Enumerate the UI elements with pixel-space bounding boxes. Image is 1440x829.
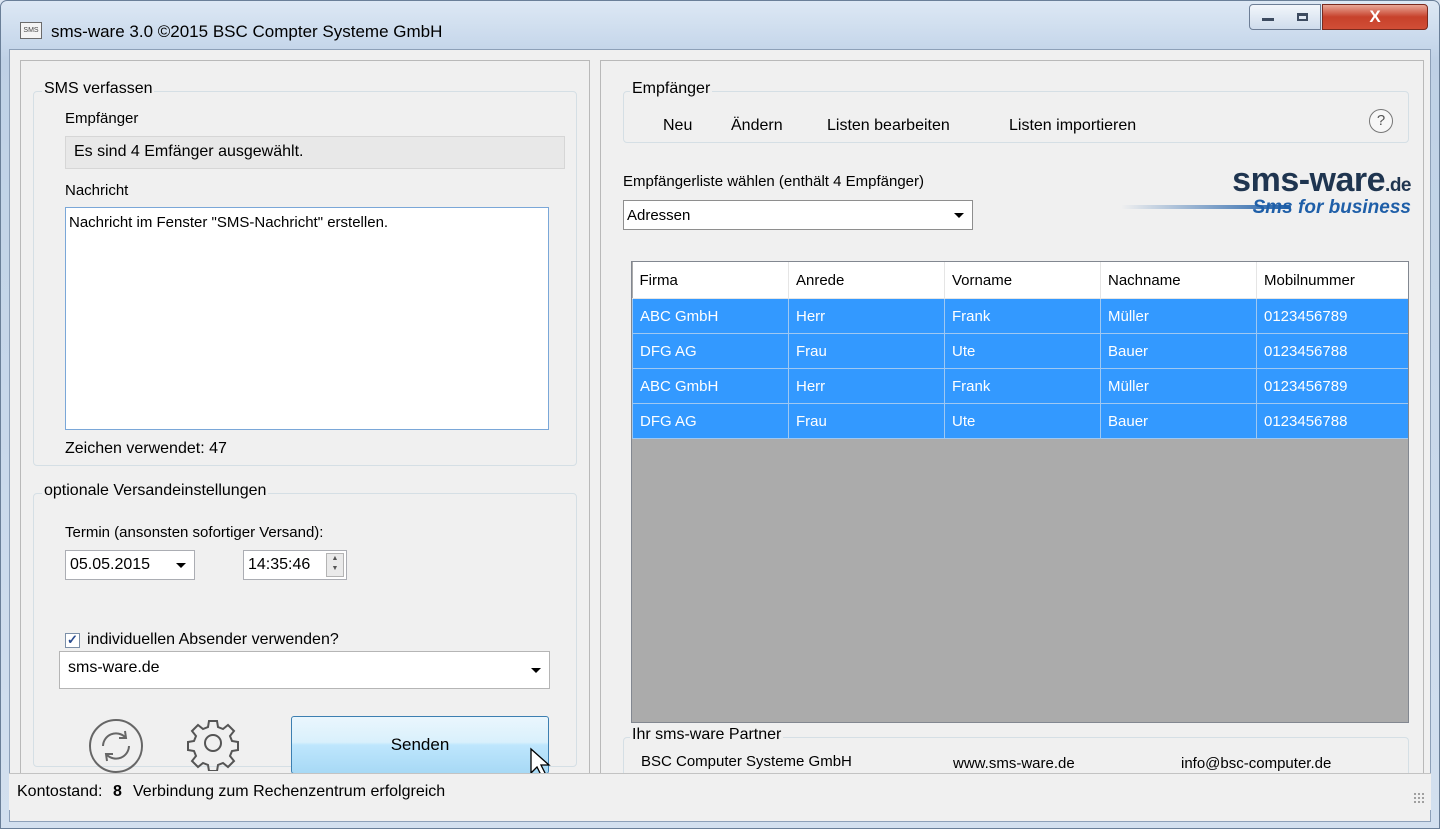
message-label: Nachricht <box>65 182 129 199</box>
minimize-button[interactable] <box>1249 4 1286 30</box>
help-icon[interactable]: ? <box>1369 109 1393 133</box>
partner-legend: Ihr sms-ware Partner <box>630 726 784 744</box>
table-cell[interactable]: Ute <box>944 403 1101 439</box>
table-cell[interactable]: Frank <box>944 368 1101 404</box>
logo-main-text: sms-ware <box>1232 161 1386 199</box>
menu-edit-lists[interactable]: Listen bearbeiten <box>827 117 950 135</box>
client-area: SMS verfassen Empfänger Es sind 4 Emfäng… <box>9 49 1431 822</box>
sender-checkbox[interactable]: ✓ <box>65 633 80 648</box>
partner-email[interactable]: info@bsc-computer.de <box>1181 755 1331 772</box>
connection-status: Verbindung zum Rechenzentrum erfolgreich <box>133 783 446 800</box>
partner-website[interactable]: www.sms-ware.de <box>953 755 1075 772</box>
maximize-button[interactable] <box>1285 4 1321 30</box>
table-cell[interactable]: 0123456788 <box>1256 333 1408 369</box>
table-cell[interactable]: 0123456789 <box>1256 298 1408 334</box>
sender-value: sms-ware.de <box>68 659 160 676</box>
checkmark-icon: ✓ <box>67 632 78 647</box>
sender-checkbox-label[interactable]: individuellen Absender verwenden? <box>87 631 339 649</box>
close-button[interactable]: X <box>1322 4 1428 30</box>
compose-legend: SMS verfassen <box>42 80 155 98</box>
recipients-summary: Es sind 4 Emfänger ausgewählt. <box>65 136 565 169</box>
table-row[interactable]: ABC GmbH Herr Frank Müller 0123456789 <box>632 368 1408 404</box>
message-textarea[interactable]: Nachricht im Fenster "SMS-Nachricht" ers… <box>65 207 549 430</box>
table-row[interactable]: ABC GmbH Herr Frank Müller 0123456789 <box>632 298 1408 334</box>
brand-logo: sms-ware.de Sms for business <box>1121 161 1411 231</box>
menu-edit[interactable]: Ändern <box>731 117 783 135</box>
table-cell[interactable]: DFG AG <box>632 333 789 369</box>
table-cell[interactable]: Müller <box>1100 368 1257 404</box>
options-legend: optionale Versandeinstellungen <box>42 482 269 500</box>
table-row[interactable]: DFG AG Frau Ute Bauer 0123456788 <box>632 333 1408 369</box>
column-header[interactable]: Anrede <box>788 262 945 299</box>
chevron-down-icon <box>531 668 541 673</box>
time-value: 14:35:46 <box>248 556 311 573</box>
balance-value: 8 <box>113 783 122 800</box>
refresh-button[interactable] <box>87 717 145 779</box>
table-cell[interactable]: Frau <box>788 333 945 369</box>
list-select-value: Adressen <box>627 207 691 224</box>
table-cell[interactable]: DFG AG <box>632 403 789 439</box>
partner-company: BSC Computer Systeme GmbH <box>641 753 852 770</box>
table-cell[interactable]: ABC GmbH <box>632 298 789 334</box>
balance-label: Kontostand: <box>17 783 103 800</box>
column-header[interactable]: Nachname <box>1100 262 1257 299</box>
resize-grip-icon[interactable] <box>1413 792 1425 804</box>
maximize-icon <box>1297 13 1308 21</box>
title-bar[interactable]: SMS sms-ware 3.0 ©2015 BSC Compter Syste… <box>1 1 1439 49</box>
settings-button[interactable] <box>185 715 241 775</box>
logo-tld-text: .de <box>1385 175 1411 196</box>
list-select[interactable]: Adressen <box>623 200 973 230</box>
send-button[interactable]: Senden <box>291 716 549 774</box>
menu-new[interactable]: Neu <box>663 117 692 135</box>
table-cell[interactable]: Frau <box>788 403 945 439</box>
chevron-down-icon <box>954 213 964 218</box>
table-cell[interactable]: Bauer <box>1100 333 1257 369</box>
status-bar: Kontostand: 8 Verbindung zum Rechenzentr… <box>9 773 1431 810</box>
time-picker[interactable]: 14:35:46 ▲ ▼ <box>243 550 347 580</box>
recipients-legend: Empfänger <box>630 80 713 98</box>
chars-used-label: Zeichen verwendet: 47 <box>65 440 227 457</box>
table-cell[interactable]: Herr <box>788 298 945 334</box>
table-cell[interactable]: Ute <box>944 333 1101 369</box>
list-select-label: Empfängerliste wählen (enthält 4 Empfäng… <box>623 173 924 190</box>
table-cell[interactable]: Bauer <box>1100 403 1257 439</box>
refresh-icon <box>89 719 143 773</box>
close-icon: X <box>1369 7 1381 26</box>
column-header[interactable]: Mobilnummer <box>1256 262 1408 299</box>
column-header[interactable]: Firma <box>632 262 789 299</box>
window-title: sms-ware 3.0 ©2015 BSC Compter Systeme G… <box>51 22 443 41</box>
table-cell[interactable]: ABC GmbH <box>632 368 789 404</box>
date-picker[interactable]: 05.05.2015 <box>65 550 195 580</box>
main-window: SMS sms-ware 3.0 ©2015 BSC Compter Syste… <box>0 0 1440 829</box>
gear-icon <box>187 720 239 772</box>
logo-tagline: Sms for business <box>1252 197 1411 218</box>
right-pane: Empfänger Neu Ändern Listen bearbeiten L… <box>600 60 1424 777</box>
recipients-label: Empfänger <box>65 110 139 127</box>
table-cell[interactable]: Müller <box>1100 298 1257 334</box>
minimize-icon <box>1261 18 1274 21</box>
date-value: 05.05.2015 <box>70 556 151 573</box>
spinner-icon[interactable]: ▲ ▼ <box>326 553 344 577</box>
sender-select[interactable]: sms-ware.de <box>59 651 550 689</box>
menu-import-lists[interactable]: Listen importieren <box>1009 117 1136 135</box>
table-cell[interactable]: Frank <box>944 298 1101 334</box>
table-cell[interactable]: 0123456789 <box>1256 368 1408 404</box>
table-cell[interactable]: Herr <box>788 368 945 404</box>
left-pane: SMS verfassen Empfänger Es sind 4 Emfäng… <box>20 60 590 778</box>
recipients-table[interactable]: Firma Anrede Vorname Nachname Mobilnumme… <box>631 261 1409 723</box>
chevron-down-icon <box>176 563 186 568</box>
table-row[interactable]: DFG AG Frau Ute Bauer 0123456788 <box>632 403 1408 439</box>
column-header[interactable]: Vorname <box>944 262 1101 299</box>
schedule-label: Termin (ansonsten sofortiger Versand): <box>65 524 324 541</box>
table-cell[interactable]: 0123456788 <box>1256 403 1408 439</box>
table-header-row: Firma Anrede Vorname Nachname Mobilnumme… <box>632 262 1408 299</box>
app-icon: SMS <box>20 22 42 39</box>
